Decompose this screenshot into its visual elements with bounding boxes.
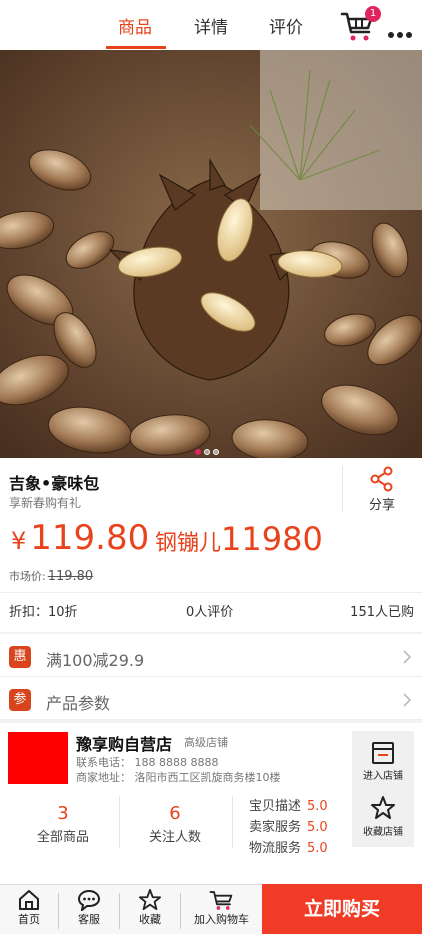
params-tag: 参: [9, 689, 31, 711]
product-title: 吉象•豪味包: [9, 474, 100, 493]
enter-store-label: 进入店铺: [363, 771, 403, 782]
more-menu-button[interactable]: [388, 23, 416, 38]
pine-nut-photo: [0, 50, 422, 458]
enter-store-button[interactable]: 进入店铺: [352, 741, 414, 782]
discount-text: 折扣：10折: [9, 605, 78, 620]
add-cart-label: 加入购物车: [194, 913, 249, 926]
active-tab-indicator: [106, 46, 166, 49]
chevron-right-icon: [403, 650, 412, 664]
promotion-tag: 惠: [9, 646, 31, 668]
chat-icon: [77, 889, 101, 911]
metric-label: 关注人数: [148, 830, 201, 845]
price-value: 119.80: [30, 518, 150, 558]
share-label: 分享: [368, 498, 395, 513]
favorite-store-button[interactable]: 收藏店铺: [352, 795, 414, 838]
divider: [232, 796, 233, 848]
service-label: 客服: [78, 913, 100, 926]
promotion-row[interactable]: 惠 满100减29.9: [0, 635, 422, 677]
store-address: 商家地址： 洛阳市西工区凯旋商务楼10楼: [76, 771, 281, 784]
rating-label: 卖家服务: [249, 820, 302, 835]
coin-price: 钢镚儿11980: [155, 520, 323, 558]
metric-number: 3: [57, 803, 69, 824]
divider: [0, 632, 422, 634]
home-button[interactable]: 首页: [0, 887, 58, 933]
tab-product[interactable]: 商品: [118, 13, 152, 38]
chevron-right-icon: [403, 693, 412, 707]
home-label: 首页: [18, 913, 40, 926]
divider: [0, 720, 422, 723]
store-product-count[interactable]: 3 全部商品: [8, 803, 118, 845]
store-name[interactable]: 豫享购自营店: [76, 731, 172, 755]
store-phone: 联系电话： 188 8888 8888: [76, 756, 219, 769]
store-follower-count[interactable]: 6 关注人数: [120, 803, 230, 845]
store-icon: [372, 742, 394, 764]
top-nav: 商品 详情 评价 1: [0, 0, 422, 50]
product-subtitle: 享新春购有礼: [9, 496, 82, 510]
customer-service-button[interactable]: 客服: [59, 887, 119, 933]
share-icon: [370, 466, 393, 492]
rating-value: 5.0: [307, 841, 328, 856]
market-price-value: 119.80: [47, 569, 94, 584]
review-count: 0人评价: [186, 605, 234, 620]
favorite-store-label: 收藏店铺: [363, 827, 403, 838]
store-logo[interactable]: [8, 732, 68, 784]
market-price: 市场价: 119.80: [9, 568, 93, 584]
favorite-label: 收藏: [139, 913, 161, 926]
favorite-button[interactable]: 收藏: [120, 887, 180, 933]
divider: [342, 466, 343, 512]
gallery-pagination: [195, 440, 222, 455]
sold-count: 151人已购: [350, 605, 414, 620]
cart-icon: [209, 891, 232, 910]
rating-label: 宝贝描述: [249, 799, 302, 814]
coin-price-value: 11980: [221, 520, 323, 558]
add-to-cart-button[interactable]: 加入购物车: [181, 887, 262, 933]
rating-label: 物流服务: [249, 841, 302, 856]
share-button[interactable]: 分享: [352, 466, 412, 513]
tab-reviews[interactable]: 评价: [269, 13, 303, 38]
divider: [0, 592, 422, 593]
params-text: 产品参数: [46, 694, 111, 713]
star-icon: [139, 889, 161, 911]
rating-description: 宝贝描述 5.0: [249, 795, 328, 814]
metric-label: 全部商品: [36, 830, 89, 845]
metric-number: 6: [169, 803, 181, 824]
product-params-row[interactable]: 参 产品参数: [0, 678, 422, 720]
coin-price-label: 钢镚儿: [155, 531, 222, 556]
store-actions: 进入店铺 收藏店铺: [352, 731, 414, 847]
buy-now-button[interactable]: 立即购买: [262, 884, 422, 934]
cart-count-badge: 1: [365, 6, 381, 22]
rating-logistics: 物流服务 5.0: [249, 837, 328, 856]
price: ¥119.80: [11, 518, 149, 558]
store-level: 高级店铺: [184, 736, 228, 749]
pagination-dot[interactable]: [204, 449, 210, 455]
rating-service: 卖家服务 5.0: [249, 816, 328, 835]
tab-details[interactable]: 详情: [194, 13, 228, 38]
home-icon: [19, 890, 39, 910]
currency-symbol: ¥: [11, 527, 27, 555]
pagination-dot[interactable]: [195, 449, 201, 455]
promotion-text: 满100减29.9: [46, 651, 145, 670]
product-image[interactable]: [0, 50, 422, 458]
rating-value: 5.0: [307, 820, 328, 835]
pagination-dot[interactable]: [213, 449, 219, 455]
rating-value: 5.0: [307, 799, 328, 814]
market-price-label: 市场价:: [9, 570, 46, 583]
star-icon: [371, 796, 395, 819]
